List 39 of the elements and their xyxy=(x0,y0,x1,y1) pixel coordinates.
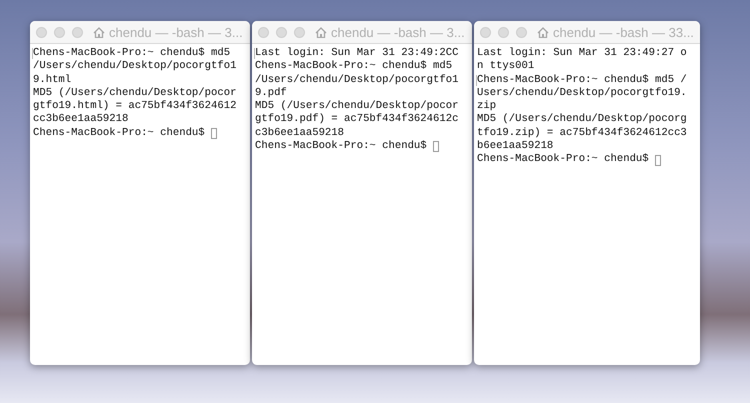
close-button[interactable] xyxy=(36,26,47,38)
home-icon xyxy=(93,26,105,38)
terminal-line: cc3b6ee1aa59218 xyxy=(33,113,128,127)
terminal-line: b6ee1aa59218 xyxy=(477,140,554,153)
terminal-line: Users/chendu/Desktop/pocorgtfo19. xyxy=(477,86,687,100)
terminal-line: n ttys001 xyxy=(477,60,534,74)
terminal-line: MD5 (/Users/chendu/Desktop/pocor xyxy=(33,86,236,100)
terminal-line: Chens-MacBook-Pro:~ chendu$ md5 xyxy=(255,60,452,74)
terminal-line: /Users/chendu/Desktop/pocorgtfo1 xyxy=(33,60,236,74)
terminal-line: c3b6ee1aa59218 xyxy=(255,126,344,140)
terminal-line: Chens-MacBook-Pro:~ chendu$ xyxy=(33,126,205,140)
terminal-line: gtfo19.pdf) = ac75bf434f3624612c xyxy=(255,113,458,127)
terminal-line: Chens-MacBook-Pro:~ chendu$ md5 / xyxy=(477,74,687,87)
terminal-line: 9.html xyxy=(33,74,72,87)
terminal-line: MD5 (/Users/chendu/Desktop/pocorg xyxy=(477,113,687,127)
window-title: chendu — -bash — 3... xyxy=(331,24,465,40)
terminal-line: Chens-MacBook-Pro:~ chendu$ md5 xyxy=(33,47,230,60)
close-button[interactable] xyxy=(480,26,491,38)
terminal-line: MD5 (/Users/chendu/Desktop/pocor xyxy=(255,100,458,113)
terminal-line: 9.pdf xyxy=(255,86,287,100)
minimize-button[interactable] xyxy=(54,26,65,38)
zoom-button[interactable] xyxy=(294,26,305,38)
minimize-button[interactable] xyxy=(276,26,287,38)
home-icon xyxy=(537,26,549,38)
terminal-line: zip xyxy=(477,100,496,114)
terminal-line: Chens-MacBook-Pro:~ chendu$ xyxy=(255,140,427,154)
zoom-button[interactable] xyxy=(72,26,83,38)
window-title: chendu — -bash — 3... xyxy=(109,24,243,40)
terminal-line: tfo19.zip) = ac75bf434f3624612cc3 xyxy=(477,126,687,140)
close-button[interactable] xyxy=(258,26,269,38)
terminal-line: Last login: Sun Mar 31 23:49:27 o xyxy=(477,47,687,60)
zoom-button[interactable] xyxy=(516,26,527,38)
terminal-line: Chens-MacBook-Pro:~ chendu$ xyxy=(477,153,649,167)
terminal-line: gtfo19.html) = ac75bf434f3624612 xyxy=(33,100,236,113)
terminal-line: /Users/chendu/Desktop/pocorgtfo1 xyxy=(255,74,458,87)
home-icon xyxy=(315,26,327,38)
minimize-button[interactable] xyxy=(498,26,509,38)
window-title: chendu — -bash — 33... xyxy=(553,24,694,40)
terminal-line: Last login: Sun Mar 31 23:49:2CC xyxy=(255,47,458,60)
